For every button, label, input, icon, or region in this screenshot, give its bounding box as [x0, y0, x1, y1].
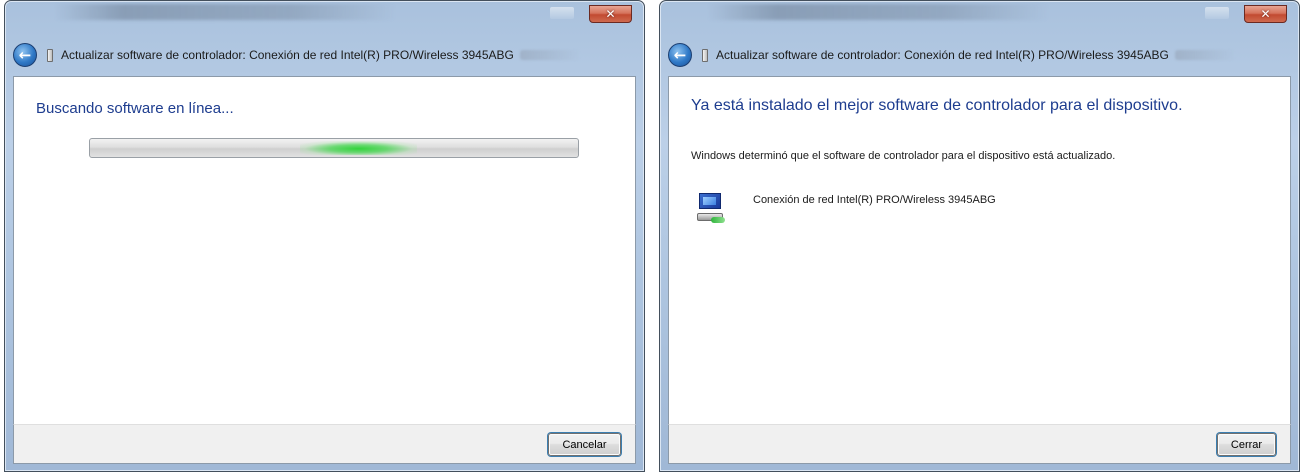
wizard-header: ← Actualizar software de controlador: Co… — [13, 40, 636, 70]
close-icon: ✕ — [605, 7, 616, 21]
window-caption — [708, 4, 1048, 20]
wizard-footer: Cerrar — [668, 424, 1291, 464]
close-button[interactable]: ✕ — [589, 5, 632, 23]
wizard-header: ← Actualizar software de controlador: Co… — [668, 40, 1291, 70]
back-button[interactable]: ← — [668, 43, 692, 67]
status-heading: Buscando software en línea... — [36, 100, 234, 117]
wizard-title: Actualizar software de controlador: Cone… — [61, 48, 514, 62]
cancel-button[interactable]: Cancelar — [548, 433, 621, 456]
back-arrow-icon: ← — [673, 45, 687, 64]
close-dialog-button[interactable]: Cerrar — [1217, 433, 1276, 456]
progress-indicator — [300, 141, 417, 155]
title-fade — [519, 50, 580, 60]
title-fade — [1174, 50, 1235, 60]
wizard-content: Buscando software en línea... — [13, 76, 636, 425]
minimize-button[interactable] — [1205, 7, 1229, 19]
close-button[interactable]: ✕ — [1244, 5, 1287, 23]
device-icon — [47, 48, 53, 62]
minimize-button[interactable] — [550, 7, 574, 19]
result-description: Windows determinó que el software de con… — [691, 150, 1116, 162]
network-adapter-icon — [697, 191, 727, 225]
wizard-title: Actualizar software de controlador: Cone… — [716, 48, 1169, 62]
wizard-content: Ya está instalado el mejor software de c… — [668, 76, 1291, 425]
progress-bar — [89, 138, 579, 158]
device-icon — [702, 48, 708, 62]
device-name: Conexión de red Intel(R) PRO/Wireless 39… — [753, 194, 996, 206]
wizard-footer: Cancelar — [13, 424, 636, 464]
window-caption — [55, 4, 395, 20]
driver-update-window-result: ✕ ← Actualizar software de controlador: … — [659, 0, 1300, 472]
back-arrow-icon: ← — [18, 45, 32, 64]
close-icon: ✕ — [1260, 7, 1271, 21]
back-button[interactable]: ← — [13, 43, 37, 67]
result-heading: Ya está instalado el mejor software de c… — [691, 97, 1183, 114]
device-entry: Conexión de red Intel(R) PRO/Wireless 39… — [697, 191, 996, 225]
driver-update-window-searching: ✕ ← Actualizar software de controlador: … — [4, 0, 645, 472]
